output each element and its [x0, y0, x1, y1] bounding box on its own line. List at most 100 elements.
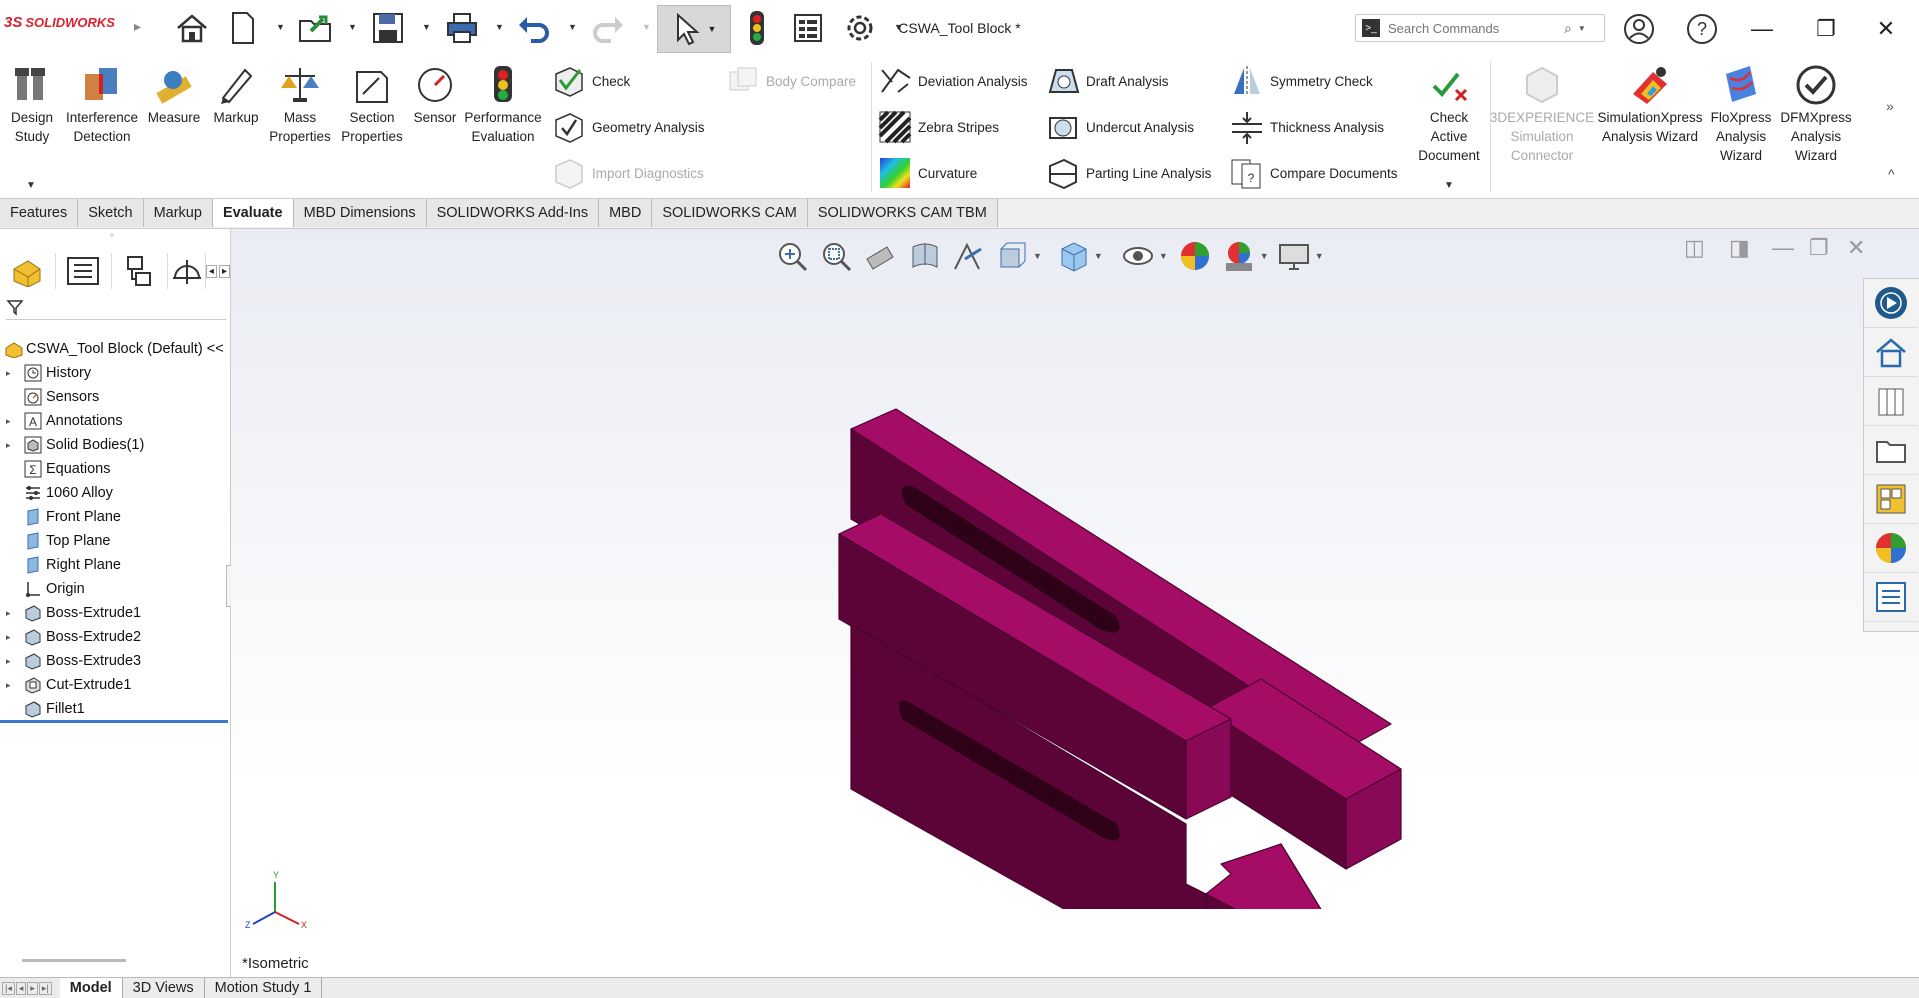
tree-item-annotations[interactable]: ▸ A Annotations: [0, 409, 230, 433]
view-settings-icon[interactable]: [1277, 239, 1311, 273]
edit-appearance-icon[interactable]: [1178, 239, 1212, 273]
expand-arrow-icon[interactable]: ▸: [6, 632, 18, 643]
scroll-right-icon[interactable]: ▸: [218, 264, 230, 278]
search-icon[interactable]: ⌕: [1564, 20, 1572, 37]
tab-scroll-buttons[interactable]: |◂ ◂ ▸ ▸|: [2, 981, 52, 995]
tab-features[interactable]: Features: [0, 199, 79, 227]
view-settings-dropdown-icon[interactable]: ▼: [1315, 251, 1324, 261]
configurationmanager-tab[interactable]: [112, 253, 168, 289]
check-dropdown-icon[interactable]: ▼: [1444, 180, 1454, 191]
view-orientation-dropdown-icon[interactable]: ▼: [1033, 251, 1042, 261]
propertymanager-tab[interactable]: [56, 253, 112, 289]
doc-minimize-button[interactable]: —: [1772, 235, 1794, 261]
hide-show-items-icon[interactable]: [1121, 239, 1155, 273]
section-properties-button[interactable]: Section Properties: [338, 64, 406, 146]
tree-item-sensors[interactable]: Sensors: [0, 385, 230, 409]
section-view-icon[interactable]: [907, 239, 941, 273]
search-commands-box[interactable]: >_ ⌕ ▼: [1355, 14, 1605, 42]
tree-item-fillet1[interactable]: Fillet1: [0, 697, 230, 721]
minimize-button[interactable]: —: [1742, 10, 1782, 48]
ribbon-collapse-icon[interactable]: ^: [1888, 166, 1895, 182]
thickness-analysis-button[interactable]: Thickness Analysis: [1230, 110, 1384, 144]
apply-scene-icon[interactable]: [1222, 239, 1256, 273]
draft-analysis-button[interactable]: Draft Analysis: [1046, 64, 1169, 98]
panel-scroll-arrows[interactable]: ◂ ▸: [205, 253, 230, 289]
body-compare-button[interactable]: Body Compare: [726, 64, 856, 98]
zoom-to-area-icon[interactable]: [819, 239, 853, 273]
task-pane-view-palette[interactable]: [1864, 475, 1918, 524]
options-button[interactable]: [840, 8, 880, 48]
help-button[interactable]: ?: [1682, 10, 1722, 48]
geometry-analysis-button[interactable]: Geometry Analysis: [552, 110, 705, 144]
interference-detection-button[interactable]: Interference Detection: [64, 64, 140, 146]
task-pane-resources[interactable]: [1864, 328, 1918, 377]
solidworks-logo[interactable]: 3S SOLIDWORKS: [4, 14, 115, 31]
tab-solidworks-add-ins[interactable]: SOLIDWORKS Add-Ins: [426, 199, 600, 227]
featuremanager-tab[interactable]: [0, 253, 56, 289]
simulation-connector-button[interactable]: 3DEXPERIENCE Simulation Connector: [1490, 64, 1594, 165]
tree-item-boss-extrude3[interactable]: ▸ Boss-Extrude3: [0, 649, 230, 673]
doc-close-button[interactable]: ✕: [1847, 235, 1865, 261]
expand-arrow-icon[interactable]: ▸: [6, 416, 18, 427]
deviation-analysis-button[interactable]: Deviation Analysis: [878, 64, 1028, 98]
redo-button[interactable]: [588, 8, 628, 48]
new-dropdown-icon[interactable]: ▼: [276, 22, 286, 32]
tile-right-button[interactable]: ◨: [1729, 235, 1750, 261]
tab-solidworks-cam-tbm[interactable]: SOLIDWORKS CAM TBM: [807, 199, 998, 227]
prev-tab-icon[interactable]: ◂: [15, 981, 27, 995]
tab-sketch[interactable]: Sketch: [78, 199, 144, 227]
last-tab-icon[interactable]: ▸|: [38, 981, 52, 995]
tree-item-right-plane[interactable]: Right Plane: [0, 553, 230, 577]
home-button[interactable]: [172, 8, 212, 48]
task-pane-custom-properties[interactable]: [1864, 573, 1918, 622]
expand-arrow-icon[interactable]: ▸: [6, 680, 18, 691]
ribbon-more-icon[interactable]: »: [1886, 98, 1894, 114]
design-study-button[interactable]: Design Study: [6, 64, 58, 146]
open-button[interactable]: [296, 8, 336, 48]
symmetry-check-button[interactable]: Symmetry Check: [1230, 64, 1373, 98]
task-pane-file-explorer[interactable]: [1864, 426, 1918, 475]
new-document-button[interactable]: [226, 8, 260, 48]
tree-item-boss-extrude2[interactable]: ▸ Boss-Extrude2: [0, 625, 230, 649]
rebuild-button[interactable]: [742, 8, 772, 48]
view-orientation-icon[interactable]: [995, 239, 1029, 273]
menu-expand-icon[interactable]: ▸: [134, 18, 141, 35]
task-pane-appearances[interactable]: [1864, 524, 1918, 573]
mass-properties-button[interactable]: Mass Properties: [268, 64, 332, 146]
import-diagnostics-button[interactable]: Import Diagnostics: [552, 156, 704, 190]
undercut-analysis-button[interactable]: Undercut Analysis: [1046, 110, 1194, 144]
horizontal-scrollbar[interactable]: [22, 959, 126, 962]
tree-item-solid-bodies[interactable]: ▸ Solid Bodies(1): [0, 433, 230, 457]
rollback-bar[interactable]: [0, 720, 228, 723]
tab-markup[interactable]: Markup: [143, 199, 213, 227]
tree-item-origin[interactable]: Origin: [0, 577, 230, 601]
undo-button[interactable]: [514, 8, 554, 48]
tree-item-material[interactable]: 1060 Alloy: [0, 481, 230, 505]
previous-view-icon[interactable]: [863, 239, 897, 273]
redo-dropdown-icon[interactable]: ▼: [642, 22, 652, 32]
tree-root-item[interactable]: CSWA_Tool Block (Default) <<: [0, 337, 230, 361]
print-dropdown-icon[interactable]: ▼: [495, 22, 505, 32]
simulationxpress-button[interactable]: SimulationXpress Analysis Wizard: [1594, 64, 1706, 146]
print-button[interactable]: [442, 8, 482, 48]
tab-3d-views[interactable]: 3D Views: [123, 978, 205, 998]
hide-show-dropdown-icon[interactable]: ▼: [1159, 251, 1168, 261]
design-study-dropdown-icon[interactable]: ▼: [26, 180, 36, 191]
dfmxpress-button[interactable]: DFMXpress Analysis Wizard: [1774, 64, 1858, 165]
scroll-left-icon[interactable]: ◂: [205, 264, 217, 278]
save-dropdown-icon[interactable]: ▼: [422, 22, 432, 32]
curvature-button[interactable]: Curvature: [878, 156, 977, 190]
dimxpert-tab[interactable]: [168, 253, 206, 289]
tab-mbd[interactable]: MBD: [599, 199, 653, 227]
markup-button[interactable]: Markup: [208, 64, 264, 127]
expand-arrow-icon[interactable]: ▸: [6, 368, 18, 379]
graphics-area[interactable]: ▼ ▼ ▼ ▼ ▼ ◫ ◨ — ❐ ✕ Y X Z: [231, 229, 1919, 977]
tree-item-history[interactable]: ▸ History: [0, 361, 230, 385]
display-style-icon[interactable]: [1056, 239, 1090, 273]
check-button[interactable]: Check: [552, 64, 630, 98]
check-active-document-button[interactable]: Check Active Document: [1412, 64, 1486, 165]
tab-evaluate[interactable]: Evaluate: [212, 199, 294, 227]
tab-motion-study-1[interactable]: Motion Study 1: [205, 978, 323, 998]
task-pane-3dexperience[interactable]: [1864, 279, 1918, 328]
expand-arrow-icon[interactable]: ▸: [6, 440, 18, 451]
